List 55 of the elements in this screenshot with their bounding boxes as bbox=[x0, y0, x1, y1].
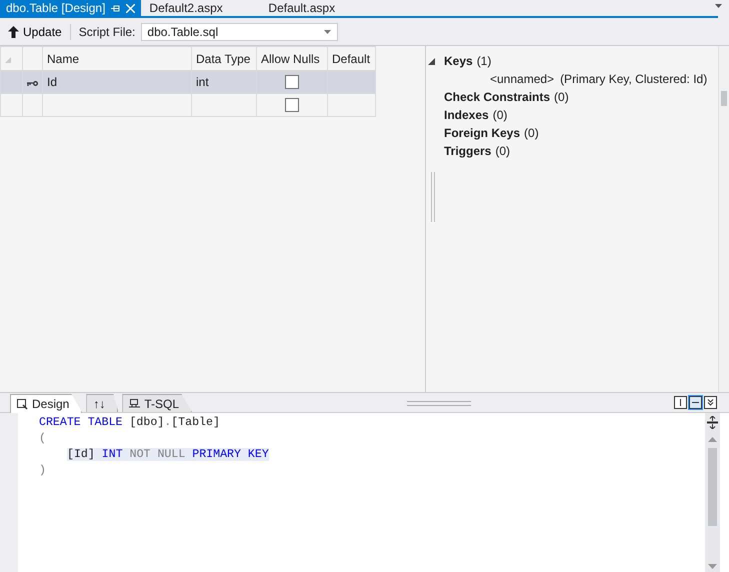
tree-item[interactable]: Keys bbox=[444, 54, 473, 68]
pin-icon[interactable] bbox=[111, 4, 120, 12]
column-header[interactable]: Name bbox=[42, 46, 192, 70]
split-icon[interactable] bbox=[707, 416, 718, 429]
item-count: (0) bbox=[492, 108, 508, 122]
design-icon bbox=[17, 398, 28, 410]
dropdown-icon[interactable] bbox=[715, 4, 722, 8]
corner-icon bbox=[5, 56, 11, 62]
tree-item[interactable]: Foreign Keys bbox=[444, 126, 520, 140]
update-button[interactable]: Update bbox=[8, 25, 62, 39]
dropdown-icon bbox=[324, 30, 332, 34]
code-line: CREATE TABLE [dbo].[Table] bbox=[39, 416, 220, 429]
key-icon bbox=[27, 81, 38, 86]
expanded-icon[interactable] bbox=[428, 58, 435, 64]
checkbox[interactable] bbox=[285, 98, 299, 112]
scroll-up-icon[interactable] bbox=[708, 437, 717, 442]
pane-layout-button[interactable] bbox=[674, 396, 687, 409]
script-file-label: Script File: bbox=[78, 25, 136, 39]
script-file-dropdown[interactable]: dbo.Table.sql bbox=[141, 23, 338, 41]
view-tab[interactable]: T-SQL bbox=[122, 394, 192, 412]
close-icon[interactable] bbox=[126, 4, 136, 12]
item-count: (0) bbox=[495, 144, 510, 158]
column-header[interactable]: Data Type bbox=[192, 46, 256, 70]
item-count: (0) bbox=[554, 90, 569, 104]
tree-item[interactable]: Indexes bbox=[444, 108, 489, 122]
collapse-split-icon bbox=[705, 397, 716, 408]
table-cell: int bbox=[192, 70, 256, 94]
scroll-thumb[interactable] bbox=[721, 91, 727, 106]
document-tab[interactable]: Default.aspx bbox=[260, 0, 380, 16]
item-detail: (Primary Key, Clustered: Id) bbox=[560, 72, 708, 86]
code-line: ( bbox=[39, 432, 46, 445]
scrollbar[interactable] bbox=[718, 46, 729, 392]
pane-layout-button[interactable] bbox=[689, 396, 702, 409]
scrollbar[interactable] bbox=[705, 413, 720, 572]
checkbox[interactable] bbox=[285, 75, 299, 90]
view-tab[interactable]: ↑↓ bbox=[86, 394, 118, 412]
arrow-up-icon bbox=[8, 26, 19, 38]
item-count: (1) bbox=[476, 54, 492, 68]
tree-item[interactable]: Check Constraints bbox=[444, 90, 550, 104]
pane-layout-button[interactable] bbox=[704, 396, 717, 409]
item-count: (0) bbox=[524, 126, 539, 140]
scroll-thumb[interactable] bbox=[708, 448, 717, 526]
view-tab[interactable]: Design bbox=[10, 394, 82, 413]
document-tab[interactable]: dbo.Table [Design] bbox=[0, 0, 142, 16]
script-icon bbox=[129, 398, 140, 409]
scroll-down-icon[interactable] bbox=[708, 564, 717, 569]
document-tab[interactable]: Default2.aspx bbox=[141, 0, 260, 16]
splitter-grip[interactable] bbox=[407, 401, 471, 406]
table-cell: Id bbox=[42, 70, 192, 94]
tree-item[interactable]: Triggers bbox=[444, 144, 492, 158]
column-header[interactable]: Default bbox=[328, 46, 376, 70]
splitter-grip[interactable] bbox=[431, 172, 435, 222]
code-line: ) bbox=[39, 464, 46, 477]
column-header[interactable]: Allow Nulls bbox=[256, 46, 328, 70]
tree-item[interactable]: <unnamed> bbox=[490, 72, 554, 86]
